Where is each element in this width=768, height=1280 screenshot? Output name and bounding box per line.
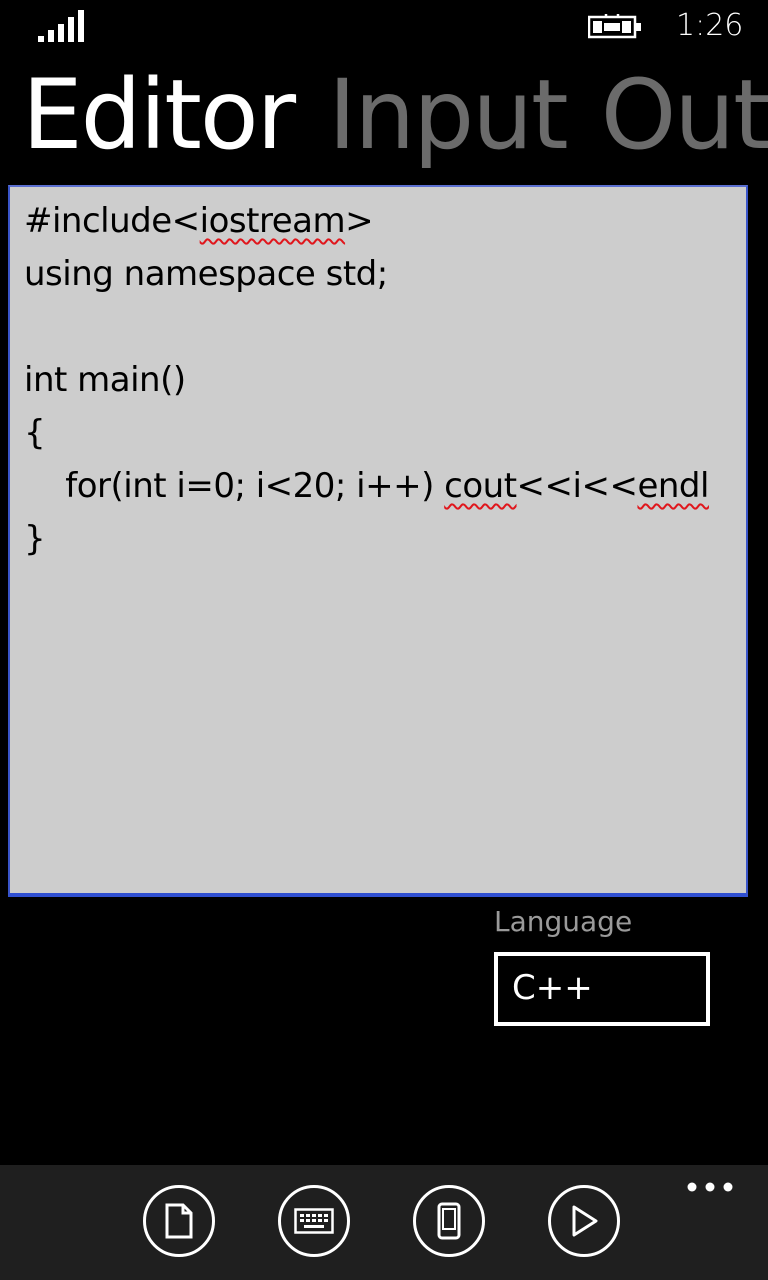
run-button[interactable] [548, 1185, 620, 1257]
spellcheck-flagged-word: cout [444, 466, 517, 506]
pivot-header: Editor Input Output [22, 56, 768, 174]
language-value: C++ [512, 968, 593, 1008]
phone-icon [437, 1202, 461, 1240]
language-selector[interactable]: C++ [494, 952, 710, 1026]
status-bar: 1:26 [0, 0, 768, 56]
status-time: 1:26 [676, 8, 744, 43]
pivot-tab-input[interactable]: Input [328, 56, 569, 174]
code-line[interactable]: for(int i=0; i<20; i++) cout<<i<<endl [24, 460, 740, 513]
code-line[interactable]: using namespace std; [24, 248, 740, 301]
code-editor[interactable]: #include<iostream> using namespace std; i… [8, 185, 748, 897]
spellcheck-flagged-word: endl [637, 466, 709, 506]
code-text[interactable]: #include<iostream> using namespace std; i… [24, 195, 740, 566]
more-dots-icon[interactable] [686, 1179, 734, 1195]
keyboard-button[interactable] [278, 1185, 350, 1257]
battery-charging-icon [588, 14, 641, 39]
language-label: Language [494, 905, 633, 938]
code-line[interactable]: } [24, 513, 740, 566]
code-line[interactable] [24, 301, 740, 354]
pivot-tab-output[interactable]: Output [601, 56, 768, 174]
code-line[interactable]: { [24, 407, 740, 460]
spellcheck-flagged-word: iostream [199, 201, 346, 241]
play-icon [572, 1205, 598, 1237]
document-icon [165, 1203, 193, 1239]
new-file-button[interactable] [143, 1185, 215, 1257]
app-bar [0, 1165, 768, 1280]
code-line[interactable]: int main() [24, 354, 740, 407]
pivot-tab-editor[interactable]: Editor [22, 56, 296, 174]
keyboard-icon [294, 1208, 334, 1234]
device-button[interactable] [413, 1185, 485, 1257]
signal-strength-icon [38, 10, 84, 42]
code-line[interactable]: #include<iostream> [24, 195, 740, 248]
